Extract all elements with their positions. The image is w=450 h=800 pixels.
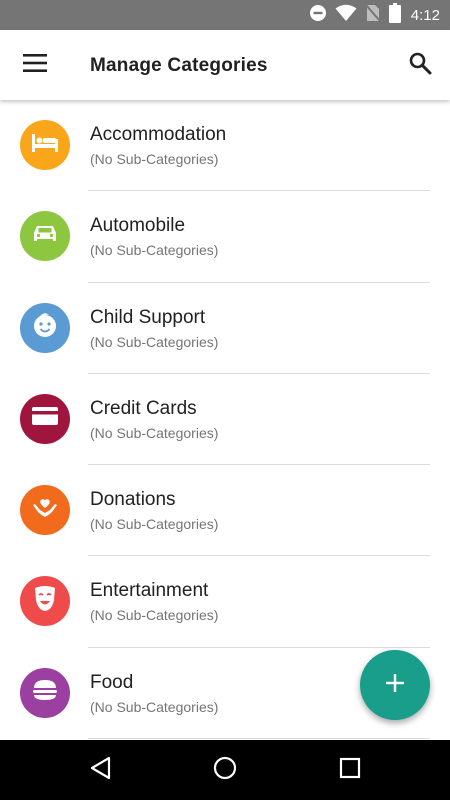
car-icon [32,224,58,249]
navigation-bar [0,740,450,800]
status-bar: 4:12 [0,0,450,30]
bed-icon [32,133,58,157]
app-bar: Manage Categories [0,30,450,100]
category-list: Accommodation (No Sub-Categories) Automo… [0,100,450,740]
heart-hands-icon [31,495,59,526]
status-icons: 4:12 [309,0,440,30]
category-item-child-support[interactable]: Child Support (No Sub-Categories) [0,283,450,374]
category-subtitle: (No Sub-Categories) [90,698,219,715]
category-item-automobile[interactable]: Automobile (No Sub-Categories) [0,191,450,283]
category-avatar [20,393,70,444]
category-avatar [20,576,70,627]
category-avatar [20,667,70,718]
recents-icon [339,757,361,784]
category-avatar [20,211,70,262]
category-avatar [20,302,70,353]
category-name: Credit Cards [90,397,197,419]
child-face-icon [31,311,59,344]
category-item-donations[interactable]: Donations (No Sub-Categories) [0,465,450,557]
category-subtitle: (No Sub-Categories) [90,151,219,167]
menu-icon [23,53,47,77]
back-button[interactable] [80,750,120,790]
recents-button[interactable] [330,750,370,790]
theater-mask-icon [33,585,57,618]
add-category-button[interactable] [360,650,430,720]
category-item-credit-cards[interactable]: Credit Cards (No Sub-Categories) [0,374,450,466]
divider [88,738,430,740]
category-item-accommodation[interactable]: Accommodation (No Sub-Categories) [0,100,450,192]
search-icon [408,51,432,80]
back-icon [89,756,111,785]
category-avatar [20,120,70,170]
category-name: Entertainment [90,580,209,602]
category-subtitle: (No Sub-Categories) [90,242,219,259]
category-avatar [20,485,70,536]
category-subtitle: (No Sub-Categories) [90,333,219,350]
no-sim-icon [365,3,381,27]
battery-icon [388,2,401,28]
search-button[interactable] [398,43,442,87]
credit-card-icon [32,406,58,431]
category-name: Accommodation [90,124,227,145]
page-title: Manage Categories [90,55,268,76]
category-item-entertainment[interactable]: Entertainment (No Sub-Categories) [0,556,450,648]
plus-icon [384,672,406,699]
category-name: Automobile [90,215,186,237]
burger-icon [32,679,58,706]
category-subtitle: (No Sub-Categories) [90,607,219,624]
menu-button[interactable] [13,43,57,87]
category-name: Food [90,671,134,693]
category-name: Donations [90,489,176,511]
category-name: Child Support [90,306,206,328]
category-subtitle: (No Sub-Categories) [90,424,219,441]
category-subtitle: (No Sub-Categories) [90,516,219,533]
do-not-disturb-icon [309,4,327,27]
home-icon [213,756,237,785]
home-button[interactable] [205,750,245,790]
status-time: 4:12 [410,6,440,24]
wifi-icon [335,4,357,27]
